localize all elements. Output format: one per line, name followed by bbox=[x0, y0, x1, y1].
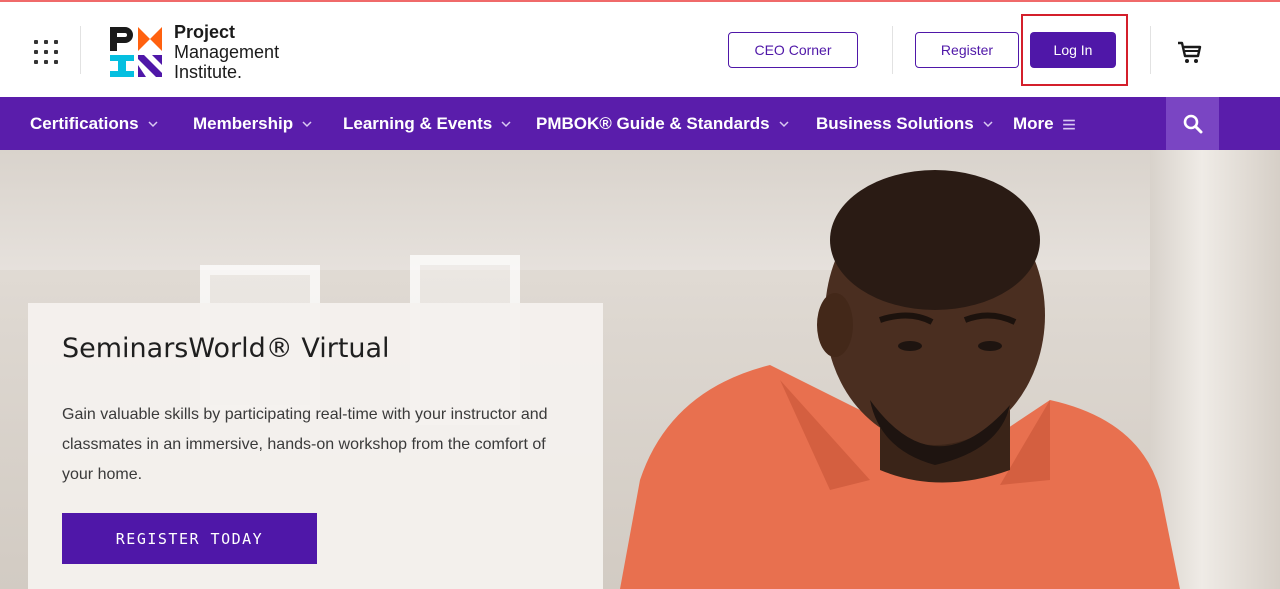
nav-item-label: PMBOK® Guide & Standards bbox=[536, 113, 770, 133]
nav-item-business-solutions[interactable]: Business Solutions bbox=[816, 97, 994, 150]
login-highlight-box bbox=[1021, 14, 1128, 86]
pmi-logo-icon bbox=[110, 27, 162, 77]
nav-item-membership[interactable]: Membership bbox=[193, 97, 313, 150]
hero-card: SeminarsWorld® Virtual Gain valuable ski… bbox=[28, 303, 603, 589]
nav-item-pmbok-guide[interactable]: PMBOK® Guide & Standards bbox=[536, 97, 790, 150]
site-header: Project Management Institute. CEO Corner… bbox=[0, 2, 1280, 97]
hero-description: Gain valuable skills by participating re… bbox=[62, 406, 548, 483]
nav-item-label: More bbox=[1013, 113, 1054, 133]
chevron-down-icon bbox=[148, 120, 158, 127]
chevron-down-icon bbox=[779, 120, 789, 127]
register-today-button[interactable]: REGISTER TODAY bbox=[62, 513, 317, 564]
nav-item-more[interactable]: More bbox=[1013, 97, 1076, 150]
nav-item-label: Membership bbox=[193, 113, 294, 133]
logo-line-1: Project bbox=[174, 22, 236, 42]
header-divider bbox=[80, 26, 81, 74]
nav-item-certifications[interactable]: Certifications bbox=[30, 97, 159, 150]
hero-title: SeminarsWorld® Virtual bbox=[62, 333, 390, 364]
ceo-corner-button[interactable]: CEO Corner bbox=[728, 32, 858, 68]
nav-item-learning-events[interactable]: Learning & Events bbox=[343, 97, 512, 150]
nav-item-label: Certifications bbox=[30, 113, 139, 133]
pmi-logo[interactable]: Project Management Institute. bbox=[108, 22, 298, 82]
header-divider bbox=[892, 26, 893, 74]
chevron-down-icon bbox=[983, 120, 993, 127]
search-button[interactable] bbox=[1166, 97, 1219, 150]
cart-icon[interactable] bbox=[1176, 38, 1204, 66]
header-divider bbox=[1150, 26, 1151, 74]
chevron-down-icon bbox=[501, 120, 511, 127]
logo-line-2: Management bbox=[174, 42, 280, 62]
menu-icon bbox=[1062, 119, 1075, 129]
hero-banner: SeminarsWorld® Virtual Gain valuable ski… bbox=[0, 150, 1280, 589]
nav-item-label: Learning & Events bbox=[343, 113, 493, 133]
hero-person-image bbox=[620, 170, 1180, 589]
logo-wordmark: Project Management Institute. bbox=[174, 22, 279, 82]
main-nav: Certifications Membership Learning & Eve… bbox=[0, 97, 1280, 150]
search-icon bbox=[1183, 114, 1202, 133]
register-button[interactable]: Register bbox=[915, 32, 1019, 68]
logo-line-3: Institute. bbox=[174, 62, 243, 82]
app-grid-icon[interactable] bbox=[22, 36, 68, 68]
nav-item-label: Business Solutions bbox=[816, 113, 974, 133]
chevron-down-icon bbox=[302, 120, 312, 127]
